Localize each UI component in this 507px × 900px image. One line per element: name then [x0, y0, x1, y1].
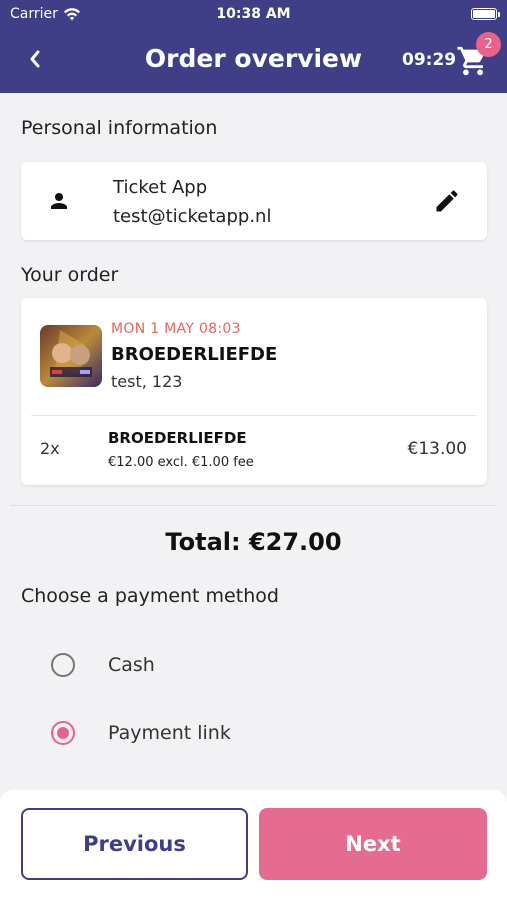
radio-button-selected[interactable] [51, 721, 75, 745]
ticket-line-total: €13.00 [407, 439, 467, 459]
next-button[interactable]: Next [259, 808, 487, 880]
order-total: Total: €27.00 [165, 528, 342, 556]
event-name: BROEDERLIEFDE [111, 344, 278, 365]
status-time: 10:38 AM [216, 6, 291, 22]
total-divider [10, 505, 497, 506]
ticket-quantity: 2x [40, 439, 60, 458]
bottom-action-bar: Previous Next [0, 790, 507, 900]
order-card: MON 1 MAY 08:03 BROEDERLIEFDE test, 123 … [21, 298, 487, 485]
payment-option-label: Payment link [108, 722, 231, 744]
cart-count-badge: 2 [476, 32, 501, 57]
your-order-heading: Your order [21, 264, 119, 286]
person-icon [51, 193, 67, 209]
customer-name: Ticket App [113, 177, 208, 198]
event-location: test, 123 [111, 372, 183, 391]
customer-email: test@ticketapp.nl [113, 206, 272, 227]
event-image [40, 325, 102, 387]
previous-button[interactable]: Previous [21, 808, 248, 880]
payment-option-cash[interactable]: Cash [51, 650, 155, 680]
radio-button[interactable] [51, 653, 75, 677]
edit-icon[interactable] [433, 187, 461, 215]
payment-option-payment-link[interactable]: Payment link [51, 718, 231, 748]
event-date: MON 1 MAY 08:03 [111, 321, 241, 337]
ticket-price-detail: €12.00 excl. €1.00 fee [108, 455, 254, 470]
ticket-name: BROEDERLIEFDE [108, 429, 247, 447]
countdown-timer: 09:29 [402, 50, 457, 70]
battery-icon [471, 8, 497, 20]
payment-option-label: Cash [108, 654, 155, 676]
order-divider [31, 415, 477, 416]
personal-information-heading: Personal information [21, 117, 218, 139]
event-poster-graphic [40, 325, 102, 387]
payment-method-heading: Choose a payment method [21, 585, 279, 607]
personal-info-card: Ticket App test@ticketapp.nl [21, 162, 487, 240]
status-bar: Carrier 10:38 AM [0, 0, 507, 28]
navigation-bar: Order overview 09:29 [0, 28, 507, 93]
app-header: Carrier 10:38 AM Order overview 09:29 [0, 0, 507, 93]
